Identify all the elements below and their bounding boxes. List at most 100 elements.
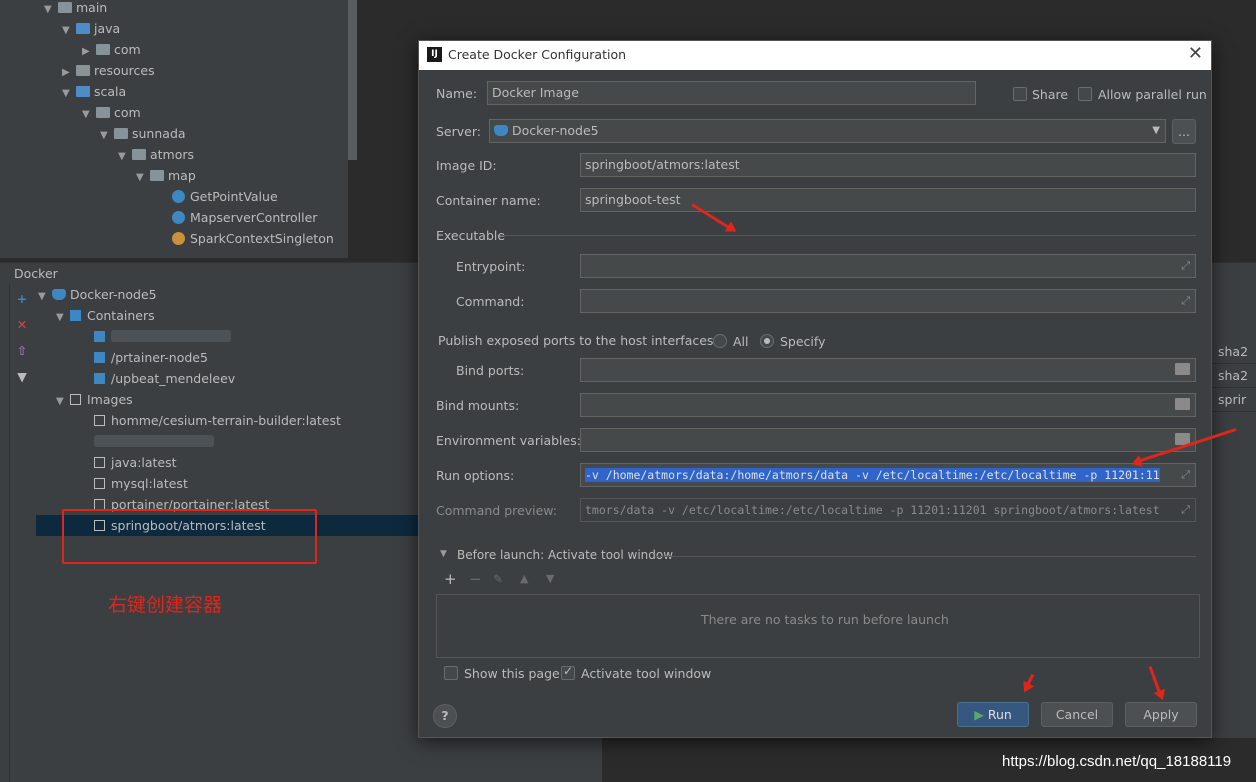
name-label: Name: (436, 86, 478, 101)
executable-section-label: Executable (436, 228, 506, 243)
run-options-field[interactable]: -v /home/atmors/data:/home/atmors/data -… (580, 463, 1196, 487)
entrypoint-field[interactable]: ⤢ (580, 254, 1196, 278)
expand-icon[interactable]: ⤢ (1181, 290, 1190, 312)
folder-icon (58, 2, 72, 13)
expand-arrow-icon[interactable]: ▼ (118, 146, 132, 167)
intellij-icon: IJ (427, 47, 442, 62)
collapse-arrow-icon[interactable]: ▶ (82, 41, 96, 62)
server-label: Server: (436, 124, 481, 139)
play-icon: ▶ (974, 707, 984, 722)
right-table: sha2 sha2 sprir (1212, 320, 1256, 420)
close-icon[interactable]: ✕ (1188, 44, 1203, 64)
containers-node[interactable]: ▼ Containers (56, 305, 155, 326)
list-item[interactable]: homme/cesium-terrain-builder:latest (94, 410, 341, 431)
publish-specify-label: Specify (780, 334, 826, 349)
tree-item-java[interactable]: ▼ java (62, 18, 120, 39)
add-connection-icon[interactable]: + (14, 291, 30, 307)
docker-icon (494, 125, 508, 136)
server-more-button[interactable]: ... (1172, 119, 1196, 144)
images-node[interactable]: ▼ Images (56, 389, 133, 410)
expand-icon[interactable]: ⤢ (1178, 464, 1190, 486)
list-item[interactable]: /prtainer-node5 (94, 347, 208, 368)
folder-browse-icon[interactable] (1175, 398, 1190, 410)
table-cell: sprir (1212, 388, 1256, 412)
bind-ports-field[interactable] (580, 358, 1196, 382)
run-button[interactable]: ▶ Run (957, 702, 1029, 727)
tree-item-atmors[interactable]: ▼ atmors (118, 144, 194, 165)
filter-icon[interactable]: ▼ (14, 369, 30, 385)
expand-arrow-icon[interactable]: ▼ (44, 0, 58, 20)
remove-icon[interactable]: − (469, 570, 482, 588)
expand-arrow-icon[interactable]: ▼ (56, 307, 70, 328)
publish-specify-radio[interactable] (760, 334, 774, 348)
share-checkbox[interactable] (1013, 87, 1027, 101)
expand-arrow-icon[interactable]: ▼ (56, 391, 70, 412)
expand-arrow-icon[interactable]: ▼ (82, 104, 96, 125)
publish-ports-label: Publish exposed ports to the host interf… (438, 333, 718, 348)
tree-item-main[interactable]: ▼ main (44, 0, 107, 18)
env-vars-field[interactable] (580, 428, 1196, 452)
container-icon (94, 352, 105, 363)
add-icon[interactable]: + (444, 570, 457, 588)
container-icon (94, 331, 105, 342)
tree-item-scala[interactable]: ▼ scala (62, 81, 126, 102)
edit-icon[interactable]: ✎ (493, 572, 503, 586)
activate-tool-window-checkbox[interactable] (561, 664, 575, 680)
expand-arrow-icon[interactable]: ▼ (62, 20, 76, 41)
folder-icon (76, 86, 90, 97)
allow-parallel-checkbox[interactable] (1078, 87, 1092, 101)
publish-all-radio[interactable] (713, 334, 727, 348)
help-button[interactable]: ? (433, 704, 457, 728)
show-this-page-checkbox[interactable] (444, 666, 458, 680)
collapse-arrow-icon[interactable]: ▶ (62, 62, 76, 83)
tree-item-map[interactable]: ▼ map (136, 165, 196, 186)
command-label: Command: (456, 294, 525, 309)
tree-item-mapservercontroller[interactable]: MapserverController (172, 207, 317, 228)
allow-parallel-label: Allow parallel run (1098, 87, 1207, 102)
list-item[interactable] (94, 431, 214, 452)
package-icon (132, 149, 146, 160)
image-icon (94, 415, 105, 426)
image-id-field[interactable]: springboot/atmors:latest (580, 153, 1196, 177)
expand-arrow-icon[interactable]: ▼ (100, 125, 114, 146)
tree-item-sparkcontextsingleton[interactable]: SparkContextSingleton (172, 228, 334, 249)
command-preview-field[interactable]: tmors/data -v /etc/localtime:/etc/localt… (580, 498, 1196, 522)
separator (501, 235, 1196, 236)
deploy-icon[interactable]: ⇧ (14, 343, 30, 359)
command-field[interactable]: ⤢ (580, 289, 1196, 313)
command-preview-label: Command preview: (436, 503, 558, 518)
before-launch-list[interactable]: There are no tasks to run before launch (436, 594, 1200, 658)
docker-panel-title: Docker (14, 266, 58, 281)
tree-item-com[interactable]: ▼ com (82, 102, 141, 123)
list-item[interactable]: java:latest (94, 452, 177, 473)
close-icon[interactable]: ✕ (14, 317, 30, 333)
expand-icon[interactable]: ⤢ (1178, 499, 1190, 521)
apply-button[interactable]: Apply (1125, 702, 1197, 727)
blurred-text (94, 435, 214, 447)
tree-item-resources[interactable]: ▶ resources (62, 60, 155, 81)
move-up-icon[interactable]: ▲ (520, 572, 528, 585)
tree-item-sunnada[interactable]: ▼ sunnada (100, 123, 186, 144)
expand-icon[interactable]: ⤢ (1181, 255, 1190, 277)
tree-item-com[interactable]: ▶ com (82, 39, 141, 60)
cancel-button[interactable]: Cancel (1041, 702, 1113, 727)
expand-arrow-icon[interactable]: ▼ (62, 83, 76, 104)
docker-server-node[interactable]: ▼ Docker-node5 (38, 284, 157, 305)
scrollbar[interactable] (348, 0, 357, 160)
containers-icon (70, 310, 81, 321)
expand-arrow-icon[interactable]: ▼ (38, 286, 52, 307)
server-select[interactable]: Docker-node5 ▼ (489, 119, 1166, 143)
bind-mounts-field[interactable] (580, 393, 1196, 417)
collapse-arrow-icon[interactable]: ▼ (440, 549, 447, 559)
show-this-page-label: Show this page (464, 666, 560, 681)
expand-arrow-icon[interactable]: ▼ (136, 167, 150, 188)
move-down-icon[interactable]: ▼ (546, 572, 554, 585)
folder-browse-icon[interactable] (1175, 363, 1190, 375)
list-item[interactable] (94, 326, 231, 347)
tree-item-getpointvalue[interactable]: GetPointValue (172, 186, 278, 207)
table-cell: sha2 (1212, 340, 1256, 364)
container-name-field[interactable]: springboot-test (580, 188, 1196, 212)
list-item[interactable]: mysql:latest (94, 473, 188, 494)
name-field[interactable]: Docker Image (487, 81, 976, 105)
list-item[interactable]: /upbeat_mendeleev (94, 368, 235, 389)
